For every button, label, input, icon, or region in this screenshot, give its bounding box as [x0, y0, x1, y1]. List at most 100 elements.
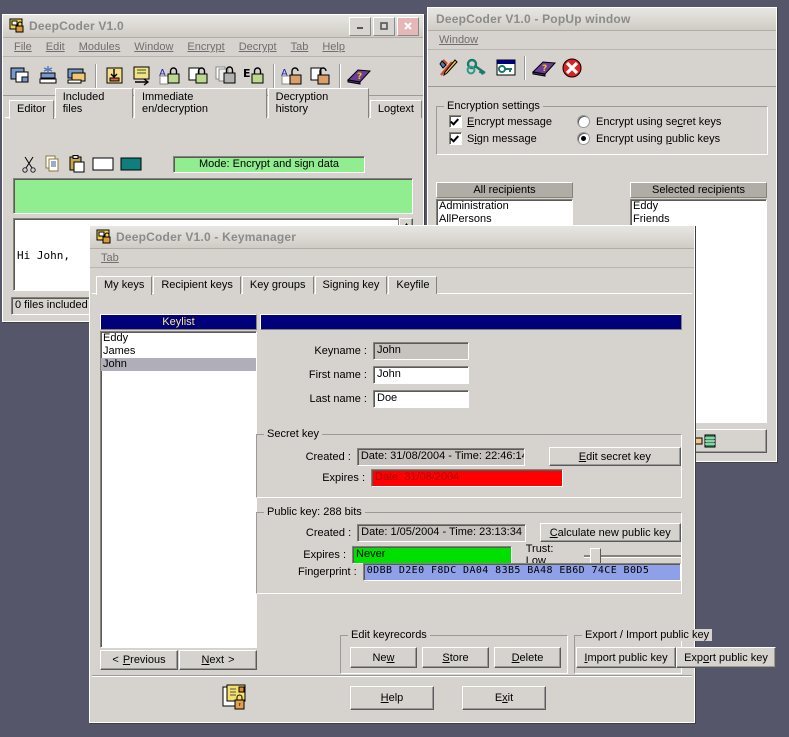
keylist[interactable]: Eddy James John [100, 331, 257, 648]
tab-keyfile[interactable]: Keyfile [388, 276, 438, 294]
menu-tab[interactable]: Tab [284, 40, 316, 54]
main-tabstrip[interactable]: Editor Included files Immediate en/decry… [3, 88, 423, 119]
list-item[interactable]: John [101, 358, 256, 371]
main-menubar[interactable]: File Edit Modules Window Encrypt Decrypt… [3, 38, 423, 57]
cancel-icon[interactable] [558, 54, 586, 82]
tab-recipient-keys[interactable]: Recipient keys [153, 276, 241, 294]
keymanager-menubar[interactable]: Tab [90, 249, 694, 268]
menu-tab[interactable]: Tab [94, 251, 126, 265]
menu-decrypt[interactable]: Decrypt [232, 40, 284, 54]
clear-white-icon[interactable] [89, 153, 117, 175]
encrypt-secret-keys-radio[interactable]: Encrypt using secret keys [577, 115, 721, 128]
fingerprint-value: 0DBB D2E0 F8DC DA04 83B5 BA48 EB6D 74CE … [362, 563, 681, 581]
sign-lock-icon[interactable]: A [157, 62, 185, 90]
menu-help[interactable]: Help [315, 40, 352, 54]
lastname-field[interactable]: Doe [373, 390, 469, 408]
export-public-key-button[interactable]: Export public key [676, 647, 776, 668]
popup-window-titlebar[interactable]: DeepCoder V1.0 - PopUp window [428, 8, 776, 31]
tab-key-groups[interactable]: Key groups [241, 276, 314, 294]
encrypt-text-lock-icon[interactable]: E [241, 62, 269, 90]
maximize-button[interactable] [373, 16, 395, 36]
keylist-nav: < Previous Next > [100, 650, 257, 670]
list-item[interactable]: Eddy [631, 200, 766, 213]
menu-modules[interactable]: Modules [72, 40, 128, 54]
menu-window[interactable]: Window [432, 33, 485, 47]
new-label: New [372, 651, 395, 664]
help-book-icon[interactable]: ? [345, 62, 373, 90]
public-expires-value: Never [352, 546, 512, 564]
new-button[interactable]: New [350, 647, 417, 668]
encrypt-lock-icon[interactable] [185, 62, 213, 90]
tab-logtext[interactable]: Logtext [369, 100, 422, 118]
menu-file[interactable]: File [7, 40, 39, 54]
main-window-titlebar[interactable]: DeepCoder V1.0 [3, 15, 423, 38]
checkbox-icon[interactable] [449, 132, 462, 145]
exit-button[interactable]: Exit [462, 686, 546, 710]
subject-input[interactable] [13, 178, 413, 214]
tab-immediate-endecryption[interactable]: Immediate en/decryption [133, 88, 267, 118]
export-file-icon[interactable] [129, 62, 157, 90]
tab-editor[interactable]: Editor [9, 100, 54, 119]
encrypt-message-label: Encrypt message [467, 115, 552, 128]
encrypt-public-keys-radio[interactable]: Encrypt using public keys [577, 132, 720, 145]
export-public-key-label: Export public key [684, 651, 768, 664]
exit-label: Exit [494, 692, 514, 704]
list-item[interactable]: Eddy [101, 332, 256, 345]
secret-expires-row: Expires : Date: 31/08/2004 [257, 469, 681, 487]
previous-button[interactable]: < Previous [100, 650, 178, 670]
radio-icon[interactable] [577, 115, 590, 128]
window-cascade-icon[interactable] [63, 62, 91, 90]
close-button[interactable] [397, 16, 419, 36]
radio-icon[interactable] [577, 132, 590, 145]
keymanager-tabstrip[interactable]: My keys Recipient keys Key groups Signin… [90, 274, 694, 295]
list-item[interactable]: Administration [437, 200, 572, 213]
tab-my-keys[interactable]: My keys [96, 276, 153, 295]
decrypt-unlock-icon[interactable] [307, 62, 335, 90]
import-file-icon[interactable] [101, 62, 129, 90]
firstname-row: First name : John [260, 366, 680, 384]
help-button[interactable]: Help [350, 686, 434, 710]
select-teal-icon[interactable] [117, 153, 145, 175]
delete-button[interactable]: Delete [494, 647, 561, 668]
tab-signing-key[interactable]: Signing key [314, 276, 388, 294]
keyname-field: John [373, 342, 469, 360]
trust-slider[interactable] [583, 548, 681, 564]
help-book-icon[interactable]: ? [530, 54, 558, 82]
checkbox-icon[interactable] [449, 115, 462, 128]
calculate-new-public-key-button[interactable]: Calculate new public key [539, 523, 681, 542]
cut-icon[interactable] [17, 153, 41, 175]
import-public-key-button[interactable]: Import public key [576, 647, 676, 668]
verify-unlock-icon[interactable]: A [279, 62, 307, 90]
keys-icon[interactable] [464, 54, 492, 82]
settings-tools-icon[interactable] [436, 54, 464, 82]
menu-encrypt[interactable]: Encrypt [180, 40, 231, 54]
tab-decryption-history[interactable]: Decryption history [267, 88, 369, 118]
edit-keyrecords-label: Edit keyrecords [348, 629, 430, 641]
public-expires-label: Expires : [303, 549, 347, 561]
key-window-icon[interactable] [492, 54, 520, 82]
keymanager-titlebar[interactable]: DeepCoder V1.0 - Keymanager [90, 226, 694, 249]
minimize-button[interactable] [349, 16, 371, 36]
encrypt-message-checkbox[interactable]: Encrypt message [449, 115, 552, 128]
store-label: Store [442, 651, 469, 664]
store-button[interactable]: Store [422, 647, 489, 668]
paste-icon[interactable] [65, 153, 89, 175]
edit-secret-key-button[interactable]: Edit secret key [548, 447, 681, 466]
public-key-group: Public key: 288 bits Created : Date: 1/0… [256, 506, 682, 594]
popup-toolbar-separator [524, 56, 526, 80]
firstname-field[interactable]: John [373, 366, 469, 384]
sign-message-checkbox[interactable]: Sign message [449, 132, 537, 145]
signed-document-icon [222, 684, 250, 712]
next-button[interactable]: Next > [179, 650, 257, 670]
menu-window[interactable]: Window [127, 40, 180, 54]
new-sparkle-icon[interactable] [35, 62, 63, 90]
trust-slider-thumb[interactable] [589, 548, 601, 564]
new-document-icon[interactable] [7, 62, 35, 90]
tab-included-files[interactable]: Included files [54, 88, 133, 118]
encrypt-files-lock-icon[interactable] [213, 62, 241, 90]
popup-menubar[interactable]: Window [428, 31, 776, 50]
list-item[interactable]: James [101, 345, 256, 358]
keymanager-title: DeepCoder V1.0 - Keymanager [116, 230, 297, 244]
menu-edit[interactable]: Edit [39, 40, 72, 54]
copy-icon[interactable] [41, 153, 65, 175]
